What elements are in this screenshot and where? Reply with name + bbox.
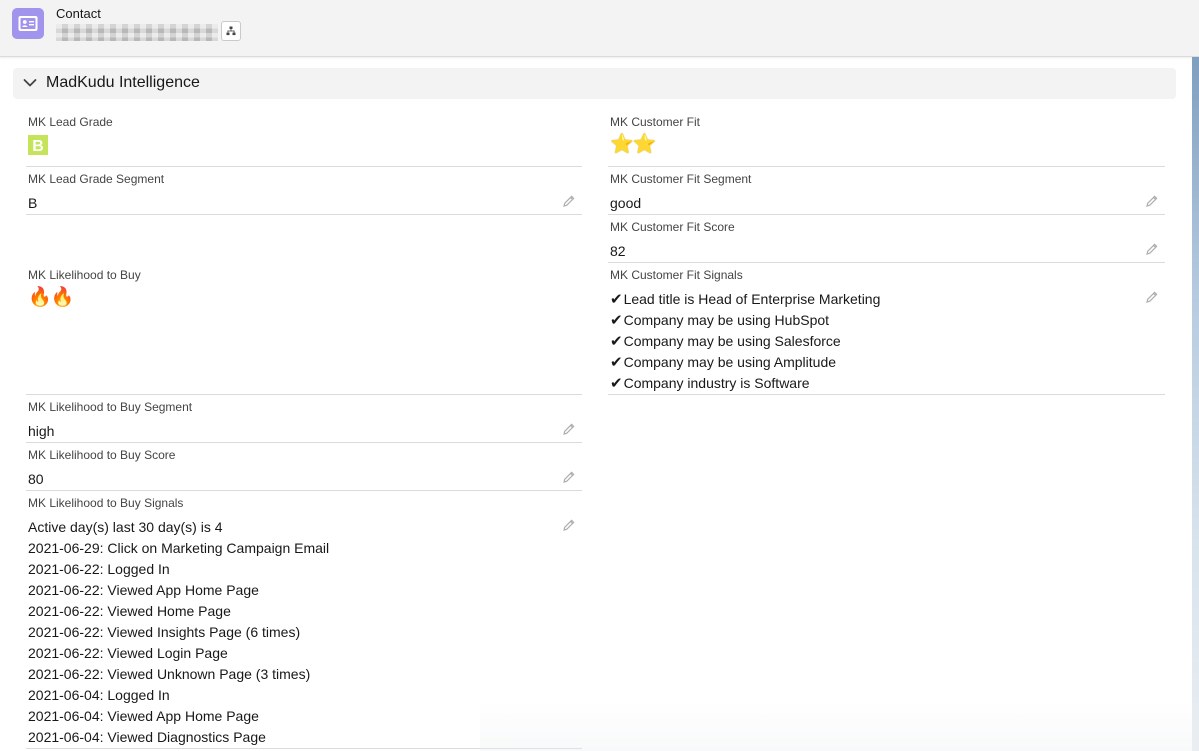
object-type-label: Contact [56,6,101,21]
field-value: B [28,195,38,211]
signal-item: ✔Company industry is Software [610,373,880,394]
signal-item: 2021-06-22: Viewed Unknown Page (3 times… [28,666,311,682]
field-label: MK Lead Grade [28,115,113,129]
signal-item: ✔Company may be using HubSpot [610,310,880,331]
field-likelihood-segment: MK Likelihood to Buy Segment high [26,395,582,443]
record-header: Contact [0,0,1199,57]
record-name-redacted [56,24,218,41]
field-customer-fit-segment: MK Customer Fit Segment good [608,167,1165,215]
field-value: 80 [28,471,44,487]
star-icon: ⭐⭐ [610,134,656,155]
pencil-icon[interactable] [562,194,576,208]
signal-text: Company may be using Salesforce [623,333,841,349]
field-label: MK Customer Fit Score [610,220,735,234]
check-icon: ✔ [610,291,623,308]
field-likelihood-signals: MK Likelihood to Buy Signals Active day(… [26,491,582,749]
pencil-icon[interactable] [562,470,576,484]
pencil-icon[interactable] [562,422,576,436]
scroll-fade [480,700,1199,751]
field-lead-grade-segment: MK Lead Grade Segment B [26,167,582,215]
signal-item: ✔Lead title is Head of Enterprise Market… [610,289,880,310]
field-label: MK Lead Grade Segment [28,172,165,186]
lead-grade-badge: B [28,135,48,155]
signals-list: Active day(s) last 30 day(s) is 4 2021-06… [28,517,329,748]
signal-item: 2021-06-22: Viewed Login Page [28,645,228,661]
signal-item: Active day(s) last 30 day(s) is 4 [28,519,223,535]
signal-item: 2021-06-22: Logged In [28,561,170,577]
signal-item: 2021-06-29: Click on Marketing Campaign … [28,540,330,556]
signal-text: Company may be using HubSpot [623,312,830,328]
signal-item: 2021-06-22: Viewed Home Page [28,603,231,619]
field-value: high [28,423,55,439]
field-label: MK Likelihood to Buy Signals [28,496,184,510]
field-customer-fit: MK Customer Fit ⭐⭐ [608,110,1165,167]
field-label: MK Likelihood to Buy [28,268,141,282]
field-label: MK Customer Fit Signals [610,268,743,282]
background-edge [1192,57,1199,751]
signal-item: 2021-06-04: Logged In [28,687,170,703]
field-likelihood-to-buy: MK Likelihood to Buy 🔥🔥 [26,263,582,395]
field-label: MK Likelihood to Buy Score [28,448,176,462]
pencil-icon[interactable] [1145,242,1159,256]
signal-item: 2021-06-22: Viewed App Home Page [28,582,259,598]
flame-icon: 🔥🔥 [28,287,74,308]
signal-item: ✔Company may be using Amplitude [610,352,880,373]
check-icon: ✔ [610,333,623,350]
field-customer-fit-score: MK Customer Fit Score 82 [608,215,1165,263]
field-label: MK Likelihood to Buy Segment [28,400,193,414]
pencil-icon[interactable] [562,518,576,532]
hierarchy-icon [226,26,236,36]
section-title: MadKudu Intelligence [46,74,200,91]
chevron-down-icon [23,79,37,87]
section-toggle[interactable]: MadKudu Intelligence [13,68,1176,99]
field-label: MK Customer Fit [610,115,701,129]
signal-text: Company industry is Software [623,375,810,391]
signal-item: ✔Company may be using Salesforce [610,331,880,352]
pencil-icon[interactable] [1145,290,1159,304]
signal-text: Lead title is Head of Enterprise Marketi… [623,291,881,307]
field-value: good [610,195,642,211]
signal-item: 2021-06-22: Viewed Insights Page (6 time… [28,624,301,640]
view-hierarchy-button[interactable] [221,21,241,41]
pencil-icon[interactable] [1145,194,1159,208]
signal-text: Company may be using Amplitude [623,354,837,370]
signal-item: 2021-06-04: Viewed Diagnostics Page [28,729,266,745]
field-label: MK Customer Fit Segment [610,172,752,186]
field-customer-fit-signals: MK Customer Fit Signals ✔Lead title is H… [608,263,1165,395]
lead-grade-value: B [32,138,44,155]
contact-card-icon [12,8,44,39]
signals-list: ✔Lead title is Head of Enterprise Market… [610,289,880,394]
field-value: 82 [610,243,626,259]
check-icon: ✔ [610,354,623,371]
check-icon: ✔ [610,312,623,329]
field-lead-grade: MK Lead Grade B [26,110,582,167]
signal-item: 2021-06-04: Viewed App Home Page [28,708,259,724]
field-likelihood-score: MK Likelihood to Buy Score 80 [26,443,582,491]
check-icon: ✔ [610,375,623,392]
